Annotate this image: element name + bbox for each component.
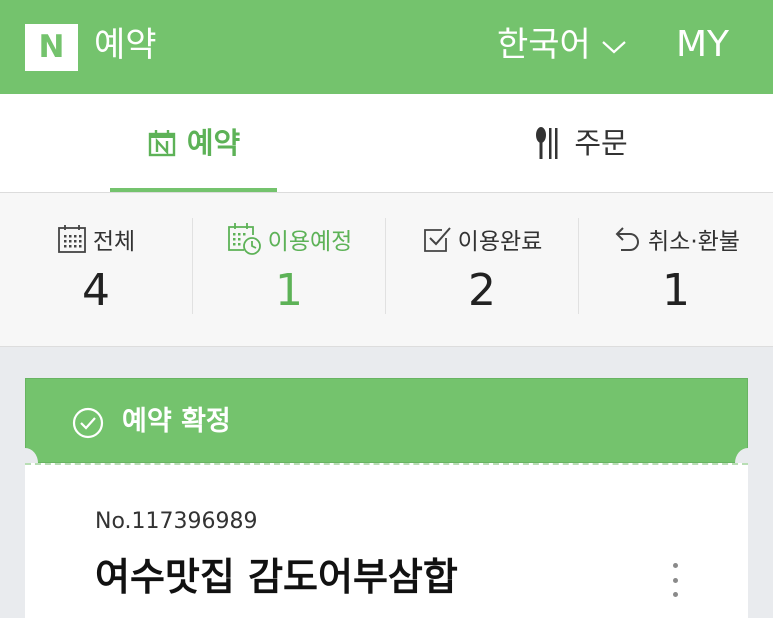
- tab-order[interactable]: 주문: [500, 94, 660, 192]
- booking-card[interactable]: No.117396989 여수맛집 감도어부삼합: [25, 463, 748, 618]
- filter-completed-count: 2: [468, 265, 496, 316]
- filter-all[interactable]: 전체 4: [0, 193, 192, 347]
- place-name: 여수맛집 감도어부삼합: [95, 555, 458, 599]
- naver-logo[interactable]: N: [25, 24, 78, 71]
- filter-all-count: 4: [82, 265, 110, 316]
- filter-cancelled-count: 1: [662, 265, 690, 316]
- chevron-down-icon: [602, 41, 626, 54]
- checkbox-icon: [423, 227, 451, 252]
- tab-reservation[interactable]: 예약: [110, 94, 277, 192]
- filter-all-label: 전체: [92, 229, 136, 255]
- filter-cancelled-label: 취소·환불: [648, 229, 740, 255]
- my-page-button[interactable]: MY: [676, 22, 729, 68]
- booking-status-header: 예약 확정: [25, 378, 748, 463]
- more-options-icon[interactable]: [668, 563, 682, 597]
- tab-order-label: 주문: [574, 125, 628, 160]
- logo-letter: N: [38, 29, 65, 65]
- booking-status-label: 예약 확정: [122, 406, 231, 437]
- filter-upcoming-count: 1: [275, 265, 303, 316]
- main-tabs: 예약 주문: [0, 94, 773, 193]
- filter-upcoming-label: 이용예정: [267, 229, 353, 255]
- calendar-n-icon: [148, 130, 176, 157]
- filter-cancelled[interactable]: 취소·환불 1: [579, 193, 773, 347]
- status-filter-bar: 전체 4 이용예정 1 이용완료 2 취소·환불 1: [0, 193, 773, 347]
- check-circle-icon: [72, 407, 104, 439]
- booking-number: No.117396989: [95, 509, 258, 534]
- page-title: 예약: [94, 25, 157, 65]
- filter-upcoming[interactable]: 이용예정 1: [193, 193, 385, 347]
- filter-completed[interactable]: 이용완료 2: [386, 193, 578, 347]
- active-tab-indicator: [110, 188, 277, 192]
- undo-arrow-icon: [615, 227, 639, 251]
- tab-reservation-label: 예약: [186, 125, 241, 160]
- calendar-grid-icon: [57, 225, 86, 253]
- language-selector[interactable]: 한국어: [497, 22, 627, 68]
- app-header: N 예약 한국어 MY: [0, 0, 773, 94]
- filter-completed-label: 이용완료: [457, 229, 543, 255]
- calendar-clock-icon: [227, 223, 261, 255]
- fork-knife-icon: [536, 127, 558, 159]
- language-label: 한국어: [497, 25, 591, 65]
